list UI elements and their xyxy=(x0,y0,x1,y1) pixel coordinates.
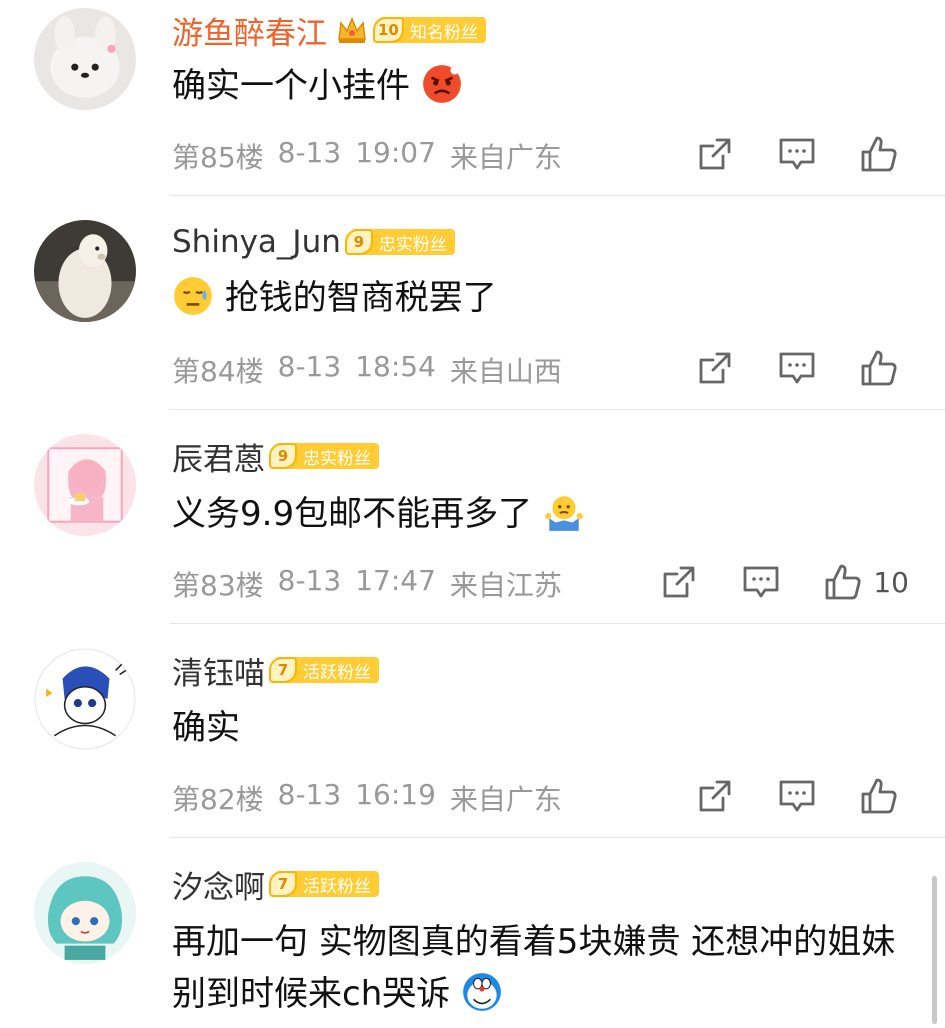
comment-text: 确实一个小挂件 xyxy=(172,62,463,110)
avatar[interactable] xyxy=(34,862,136,964)
like-icon xyxy=(861,778,897,814)
comment-date: 8-13 xyxy=(277,778,342,811)
fan-badge-label: 活跃粉丝 xyxy=(303,876,371,897)
fan-level: 9 xyxy=(269,443,297,469)
comment-location: 来自山西 xyxy=(449,355,562,388)
comment-icon xyxy=(779,138,815,170)
fan-badge-label: 忠实粉丝 xyxy=(303,448,371,469)
like-count: 10 xyxy=(873,565,909,599)
comment-time: 16:19 xyxy=(355,778,436,811)
comment-button[interactable] xyxy=(777,776,817,816)
share-icon xyxy=(699,780,731,812)
avatar[interactable] xyxy=(34,220,136,322)
like-icon xyxy=(825,564,861,600)
comment-time: 18:54 xyxy=(355,350,436,383)
share-button[interactable] xyxy=(695,348,735,388)
floor-number: 第84楼 xyxy=(172,355,264,388)
share-button[interactable] xyxy=(659,562,699,602)
comment-meta: 第82楼 8-13 16:19 来自广东 xyxy=(172,778,562,818)
fan-level: 10 xyxy=(373,17,404,43)
fan-badge[interactable]: 7 活跃粉丝 xyxy=(269,657,379,683)
username[interactable]: 辰君蒽 xyxy=(172,434,265,479)
floor-number: 第85楼 xyxy=(172,141,264,174)
fan-badge-label: 知名粉丝 xyxy=(409,22,478,43)
avatar[interactable] xyxy=(34,8,136,110)
fan-badge-label: 忠实粉丝 xyxy=(378,234,447,255)
fan-level: 7 xyxy=(269,871,297,897)
comment-meta: 第85楼 8-13 19:07 来自广东 xyxy=(172,136,562,176)
comment-text: 抢钱的智商税罢了 xyxy=(172,274,497,322)
comment-location: 来自广东 xyxy=(449,783,562,816)
fan-badge-label: 活跃粉丝 xyxy=(303,662,371,683)
angry-face-icon xyxy=(421,63,463,105)
share-button[interactable] xyxy=(695,776,735,816)
like-button[interactable] xyxy=(859,348,909,388)
like-button[interactable] xyxy=(859,776,909,816)
comment-button[interactable] xyxy=(777,348,817,388)
shrug-icon xyxy=(543,491,585,533)
comment-meta: 第84楼 8-13 18:54 来自山西 xyxy=(172,350,562,390)
comment-icon xyxy=(779,780,815,812)
avatar[interactable] xyxy=(34,434,136,536)
comment-time: 19:07 xyxy=(355,136,436,169)
comment-text: 义务9.9包邮不能再多了 xyxy=(172,490,585,538)
username[interactable]: 清钰喵 xyxy=(172,648,265,693)
crown-icon xyxy=(335,13,369,47)
fan-badge[interactable]: 9 忠实粉丝 xyxy=(269,443,379,469)
comment-item: 游鱼醉春江 10 知名粉丝 确实一个小挂件 第85楼 8-13 19:07 来自… xyxy=(0,0,945,196)
like-button[interactable] xyxy=(859,134,909,174)
floor-number: 第82楼 xyxy=(172,783,264,816)
comment-item: 辰君蒽 9 忠实粉丝 义务9.9包邮不能再多了 第83楼 8-13 17:47 … xyxy=(0,410,945,624)
comment-location: 来自江苏 xyxy=(449,569,562,602)
comment-location: 来自广东 xyxy=(449,141,562,174)
username[interactable]: 游鱼醉春江 xyxy=(172,8,327,53)
like-icon xyxy=(861,136,897,172)
sweat-face-icon xyxy=(172,275,214,317)
share-icon xyxy=(663,566,695,598)
comment-date: 8-13 xyxy=(277,564,342,597)
fan-level: 7 xyxy=(269,657,297,683)
share-icon xyxy=(699,352,731,384)
floor-number: 第83楼 xyxy=(172,569,264,602)
comment-date: 8-13 xyxy=(277,136,342,169)
comment-time: 17:47 xyxy=(355,564,436,597)
fan-badge[interactable]: 7 活跃粉丝 xyxy=(269,871,379,897)
comment-text: 确实 xyxy=(172,708,240,748)
comment-date: 8-13 xyxy=(277,350,342,383)
fan-badge[interactable]: 10 知名粉丝 xyxy=(373,17,486,43)
comment-item: 清钰喵 7 活跃粉丝 确实 第82楼 8-13 16:19 来自广东 xyxy=(0,624,945,838)
comment-button[interactable] xyxy=(741,562,781,602)
username[interactable]: Shinya_Jun xyxy=(172,224,341,260)
fan-level: 9 xyxy=(344,229,373,255)
like-icon xyxy=(861,350,897,386)
comment-text: 再加一句 实物图真的看着5块嫌贵 还想冲的姐妹别到时候来ch哭诉 xyxy=(172,922,896,1014)
share-icon xyxy=(699,138,731,170)
comment-button[interactable] xyxy=(777,134,817,174)
comment-meta: 第83楼 8-13 17:47 来自江苏 xyxy=(172,564,562,604)
comment-icon xyxy=(743,566,779,598)
comment-item: 汐念啊 7 活跃粉丝 再加一句 实物图真的看着5块嫌贵 还想冲的姐妹别到时候来c… xyxy=(0,838,945,1024)
like-button[interactable]: 10 xyxy=(823,562,909,602)
fan-badge[interactable]: 9 忠实粉丝 xyxy=(344,229,455,255)
doraemon-icon xyxy=(461,971,503,1013)
comment-icon xyxy=(779,352,815,384)
username[interactable]: 汐念啊 xyxy=(172,862,265,907)
avatar[interactable] xyxy=(34,648,136,750)
comment-item: Shinya_Jun 9 忠实粉丝 抢钱的智商税罢了 第84楼 8-13 18:… xyxy=(0,196,945,410)
share-button[interactable] xyxy=(695,134,735,174)
scrollbar[interactable] xyxy=(932,876,937,1024)
